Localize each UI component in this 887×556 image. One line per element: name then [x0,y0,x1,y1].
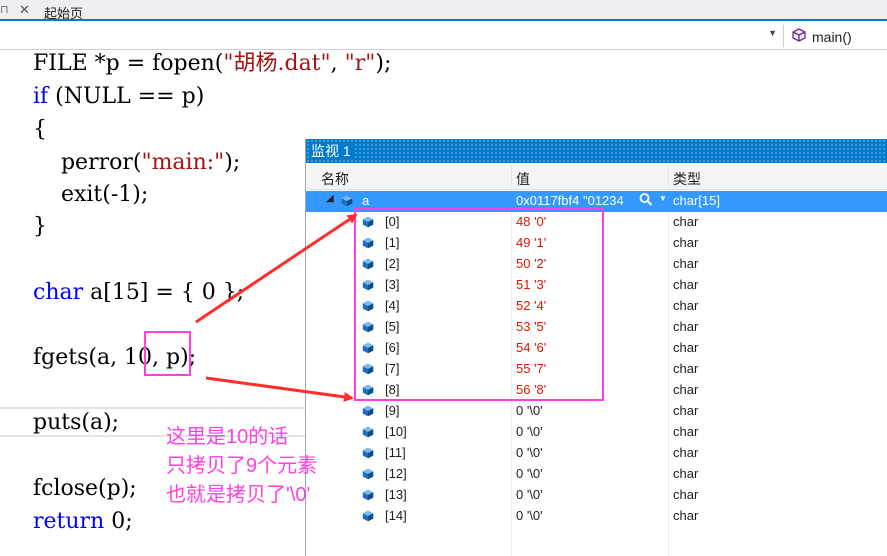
watch-row-type: char [673,298,699,313]
code-line-4: perror("main:"); [33,150,241,175]
watch-row-type: char [673,403,699,418]
watch-column-headers: 名称 值 类型 [306,165,887,190]
collapse-arrow-icon[interactable]: ◢ [326,193,334,204]
column-header-name[interactable]: 名称 [321,169,349,189]
watch-row-element[interactable]: [12] 0 '\0' char [306,464,887,485]
watch-row-type: char[15] [673,193,720,208]
watch-row-type: char [673,361,699,376]
code-line-9: puts(a); [33,410,120,435]
watch-row-name: a [362,193,370,208]
watch-row-name: [13] [385,487,407,502]
code-line-10: fclose(p); [33,476,137,501]
watch-row-type: char [673,382,699,397]
scope-dropdown[interactable]: ▼ [0,25,784,47]
highlight-box-copied-elements [354,208,604,401]
column-divider[interactable] [668,165,669,189]
function-label: main() [812,29,852,45]
watch-row-type: char [673,424,699,439]
watch-row-type: char [673,340,699,355]
code-line-3: { [33,117,47,142]
watch-row-type: char [673,466,699,481]
watch-row-value[interactable]: 0 '\0' [516,403,543,418]
document-tab-bar: ⊓ ✕ 起始页 [0,0,887,21]
watch-row-value[interactable]: 0 '\0' [516,487,543,502]
watch-row-type: char [673,487,699,502]
variable-cube-icon [362,510,374,522]
variable-cube-icon [362,426,374,438]
watch-row-element[interactable]: [10] 0 '\0' char [306,422,887,443]
watch-title: 监视 1 [311,143,355,159]
watch-row-element[interactable]: [14] 0 '\0' char [306,506,887,527]
watch-row-type: char [673,508,699,523]
watch-row-type: char [673,445,699,460]
function-dropdown[interactable]: main() [786,25,887,47]
code-line-7: char a[15] = { 0 }; [33,280,245,305]
method-cube-icon [792,28,806,42]
column-divider[interactable] [511,165,512,189]
navigation-bar: ▼ main() [0,23,887,50]
magnifier-icon[interactable] [639,192,653,208]
variable-cube-icon [341,195,353,207]
watch-row-name: [9] [385,403,400,418]
annotation-line: 只拷贝了9个元素 [166,455,318,477]
watch-row-value[interactable]: 0 '\0' [516,424,543,439]
column-header-value[interactable]: 值 [516,169,530,189]
chevron-down-icon[interactable]: ▼ [659,194,667,203]
watch-row-value[interactable]: 0x0117fbf4 "01234 [516,193,624,208]
watch-row-type: char [673,214,699,229]
tab-start-page[interactable]: 起始页 [44,3,83,22]
watch-row-type: char [673,235,699,250]
watch-row-value[interactable]: 0 '\0' [516,466,543,481]
watch-title-bar[interactable]: 监视 1 [306,139,887,163]
variable-cube-icon [362,405,374,417]
annotation-line: 也就是拷贝了'\0' [166,484,311,506]
close-icon[interactable]: ✕ [19,2,30,18]
watch-row-name: [12] [385,466,407,481]
watch-row-type: char [673,277,699,292]
code-line-6: } [33,214,47,239]
highlight-box-count-argument [144,331,191,376]
watch-row-name: [10] [385,424,407,439]
watch-row-type: char [673,319,699,334]
annotation-line: 这里是10的话 [166,426,289,448]
annotation-text: 这里是10的话 只拷贝了9个元素 也就是拷贝了'\0' [166,423,317,510]
watch-row-element[interactable]: [9] 0 '\0' char [306,401,887,422]
code-line-2: if (NULL == p) [33,84,205,109]
column-header-type[interactable]: 类型 [673,169,701,189]
pin-icon[interactable]: ⊓ [0,3,9,16]
chevron-down-icon[interactable]: ▼ [768,28,777,38]
watch-row-value[interactable]: 0 '\0' [516,445,543,460]
watch-row-element[interactable]: [11] 0 '\0' char [306,443,887,464]
variable-cube-icon [362,447,374,459]
code-line-11: return 0; [33,509,133,534]
watch-row-value[interactable]: 0 '\0' [516,508,543,523]
watch-row-type: char [673,256,699,271]
code-line-5: exit(-1); [33,182,149,207]
watch-row-name: [14] [385,508,407,523]
watch-row-name: [11] [385,445,406,460]
variable-cube-icon [362,468,374,480]
watch-row-element[interactable]: [13] 0 '\0' char [306,485,887,506]
code-line-1: FILE *p = fopen("胡杨.dat", "r"); [33,51,392,76]
variable-cube-icon [362,489,374,501]
